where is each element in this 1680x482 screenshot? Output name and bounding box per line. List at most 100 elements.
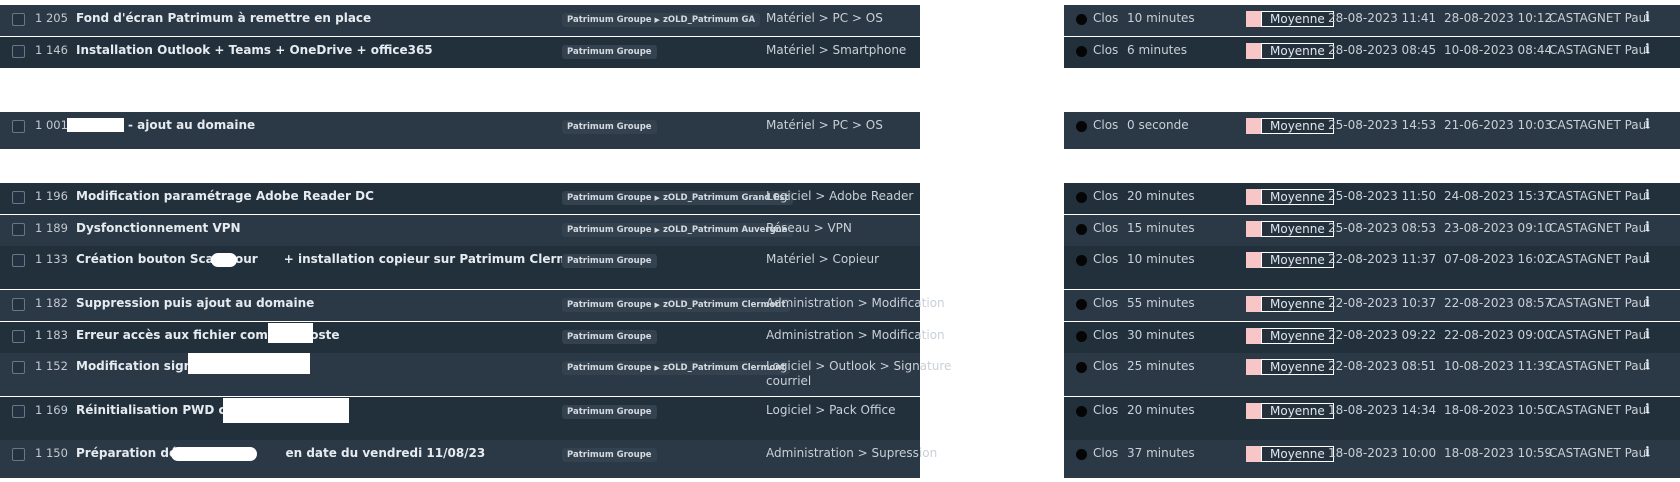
entity-badge[interactable]: Patrimum Groupe	[562, 448, 657, 462]
ticket-category: Matériel > PC > OS	[766, 118, 883, 132]
ticket-category: Logiciel > Outlook > Signature courriel	[766, 359, 952, 388]
ticket-id[interactable]: 1 150	[35, 446, 68, 460]
row-checkbox[interactable]	[12, 448, 25, 461]
entity-badge[interactable]: Patrimum Groupe ▶ zOLD_Patrimum GA	[562, 13, 761, 27]
row-checkbox[interactable]	[12, 361, 25, 374]
info-icon[interactable]: ℹ	[1645, 295, 1650, 310]
ticket-technician[interactable]: CASTAGNET Paul	[1549, 118, 1650, 132]
ticket-date-closed: 28-08-2023 08:45	[1328, 43, 1437, 57]
priority-badge: Moyenne	[1246, 43, 1334, 59]
ticket-id[interactable]: 1 152	[35, 359, 68, 373]
table-row[interactable]: 1 205 Fond d'écran Patrimum à remettre en…	[0, 5, 1680, 36]
ticket-date-closed: 22-08-2023 10:37	[1328, 296, 1437, 310]
ticket-id[interactable]: 1 189	[35, 221, 68, 235]
info-icon[interactable]: ℹ	[1645, 42, 1650, 57]
row-checkbox[interactable]	[12, 330, 25, 343]
info-icon[interactable]: ℹ	[1645, 402, 1650, 417]
info-icon[interactable]: ℹ	[1645, 188, 1650, 203]
ticket-id[interactable]: 1 133	[35, 252, 68, 266]
entity-badge[interactable]: Patrimum Groupe	[562, 330, 657, 344]
info-icon[interactable]: ℹ	[1645, 117, 1650, 132]
ticket-title-link[interactable]: Suppression puis ajout au domaine	[76, 296, 314, 310]
info-icon[interactable]: ℹ	[1645, 327, 1650, 342]
row-checkbox[interactable]	[12, 405, 25, 418]
table-row[interactable]: 1 150 Préparation départ en date du vendre…	[0, 440, 1680, 478]
ticket-id[interactable]: 1 001	[35, 118, 68, 132]
entity-badge[interactable]: Patrimum Groupe	[562, 405, 657, 419]
ticket-id[interactable]: 1 182	[35, 296, 68, 310]
ticket-technician[interactable]: CASTAGNET Paul	[1549, 252, 1650, 266]
entity-name: Patrimum Groupe	[567, 15, 652, 25]
row-checkbox[interactable]	[12, 298, 25, 311]
table-row[interactable]: 1 189 Dysfonctionnement VPN Patrimum Group…	[0, 215, 1680, 246]
ticket-technician[interactable]: CASTAGNET Paul	[1549, 11, 1650, 25]
priority-label: Moyenne	[1261, 43, 1334, 59]
row-checkbox[interactable]	[12, 191, 25, 204]
ticket-technician[interactable]: CASTAGNET Paul	[1549, 328, 1650, 342]
entity-badge[interactable]: Patrimum Groupe	[562, 120, 657, 134]
info-icon[interactable]: ℹ	[1645, 358, 1650, 373]
table-row[interactable]: 1 169 Réinitialisation PWD comptes Patrimu…	[0, 397, 1680, 440]
ticket-id[interactable]: 1 169	[35, 403, 68, 417]
ticket-category: Administration > Modification	[766, 328, 945, 342]
row-checkbox[interactable]	[12, 13, 25, 26]
table-row[interactable]: 1 133 Création bouton Scan pour + installa…	[0, 246, 1680, 289]
ticket-title-link[interactable]: Dysfonctionnement VPN	[76, 221, 241, 235]
entity-badge[interactable]: Patrimum Groupe	[562, 45, 657, 59]
row-checkbox[interactable]	[12, 223, 25, 236]
row-checkbox[interactable]	[12, 120, 25, 133]
entity-badge[interactable]: Patrimum Groupe ▶ zOLD_Patrimum Auvergne	[562, 223, 793, 237]
ticket-id[interactable]: 1 183	[35, 328, 68, 342]
priority-swatch	[1246, 328, 1261, 344]
ticket-status: Clos	[1093, 296, 1119, 310]
ticket-title-link[interactable]: Création bouton Scan pour + installation …	[76, 252, 591, 266]
ticket-title-link[interactable]: Installation Outlook + Teams + OneDrive …	[76, 43, 433, 57]
table-row[interactable]: 1 182 Suppression puis ajout au domaine Pa…	[0, 290, 1680, 321]
info-icon[interactable]: ℹ	[1645, 251, 1650, 266]
ticket-status: Clos	[1093, 43, 1119, 57]
entity-name: Patrimum Groupe	[567, 122, 652, 132]
table-row[interactable]: 1 146 Installation Outlook + Teams + OneD…	[0, 37, 1680, 68]
ticket-technician[interactable]: CASTAGNET Paul	[1549, 403, 1650, 417]
ticket-title-link[interactable]: Préparation départ en date du vendredi 11…	[76, 446, 485, 460]
ticket-id[interactable]: 1 205	[35, 11, 68, 25]
ticket-technician[interactable]: CASTAGNET Paul	[1549, 189, 1650, 203]
table-row[interactable]: 1 183 Erreur accès aux fichier commun pos…	[0, 322, 1680, 353]
ticket-status: Clos	[1093, 403, 1119, 417]
ticket-technician[interactable]: CASTAGNET Paul	[1549, 359, 1650, 373]
status-closed-icon	[1076, 224, 1087, 235]
info-icon[interactable]: ℹ	[1645, 220, 1650, 235]
ticket-technician[interactable]: CASTAGNET Paul	[1549, 221, 1650, 235]
info-icon[interactable]: ℹ	[1645, 445, 1650, 460]
ticket-technician[interactable]: CASTAGNET Paul	[1549, 296, 1650, 310]
priority-badge: Moyenne	[1246, 189, 1334, 205]
ticket-technician[interactable]: CASTAGNET Paul	[1549, 43, 1650, 57]
ticket-date-opened: 07-08-2023 16:02	[1444, 252, 1553, 266]
ticket-duration: 25 minutes	[1127, 359, 1195, 373]
info-icon[interactable]: ℹ	[1645, 10, 1650, 25]
entity-badge[interactable]: Patrimum Groupe ▶ zOLD_Patrimum Grand Est	[562, 191, 794, 205]
row-checkbox[interactable]	[12, 45, 25, 58]
table-row[interactable]: 1 001 - ajout au domaine Patrimum Groupe Ma…	[0, 112, 1680, 149]
priority-swatch	[1246, 359, 1261, 375]
entity-badge[interactable]: Patrimum Groupe	[562, 254, 657, 268]
ticket-id[interactable]: 1 196	[35, 189, 68, 203]
row-checkbox[interactable]	[12, 254, 25, 267]
table-row[interactable]: 1 196 Modification paramétrage Adobe Read…	[0, 183, 1680, 214]
ticket-date-closed: 22-08-2023 11:37	[1328, 252, 1437, 266]
ticket-duration: 20 minutes	[1127, 403, 1195, 417]
row-right-section: Clos 55 minutes Moyenne 22-08-2023 10:37 22-…	[1064, 290, 1680, 321]
ticket-title-link[interactable]: - ajout au domaine	[128, 118, 255, 132]
entity-badge[interactable]: Patrimum Groupe ▶ zOLD_Patrimum Clermont	[562, 361, 791, 375]
ticket-title-link[interactable]: Fond d'écran Patrimum à remettre en plac…	[76, 11, 371, 25]
ticket-date-closed: 28-08-2023 11:41	[1328, 11, 1437, 25]
ticket-date-closed: 25-08-2023 14:53	[1328, 118, 1437, 132]
table-row[interactable]: 1 152 Modification signature Patrimum Grou…	[0, 353, 1680, 396]
ticket-id[interactable]: 1 146	[35, 43, 68, 57]
entity-badge[interactable]: Patrimum Groupe ▶ zOLD_Patrimum Clermont	[562, 298, 791, 312]
row-left-section: 1 182 Suppression puis ajout au domaine Pa…	[0, 290, 945, 321]
ticket-technician[interactable]: CASTAGNET Paul	[1549, 446, 1650, 460]
priority-label: Moyenne	[1261, 221, 1334, 237]
ticket-title-continued: + installation copieur sur Patrimum Cler…	[283, 252, 592, 266]
ticket-title-link[interactable]: Modification paramétrage Adobe Reader DC	[76, 189, 374, 203]
